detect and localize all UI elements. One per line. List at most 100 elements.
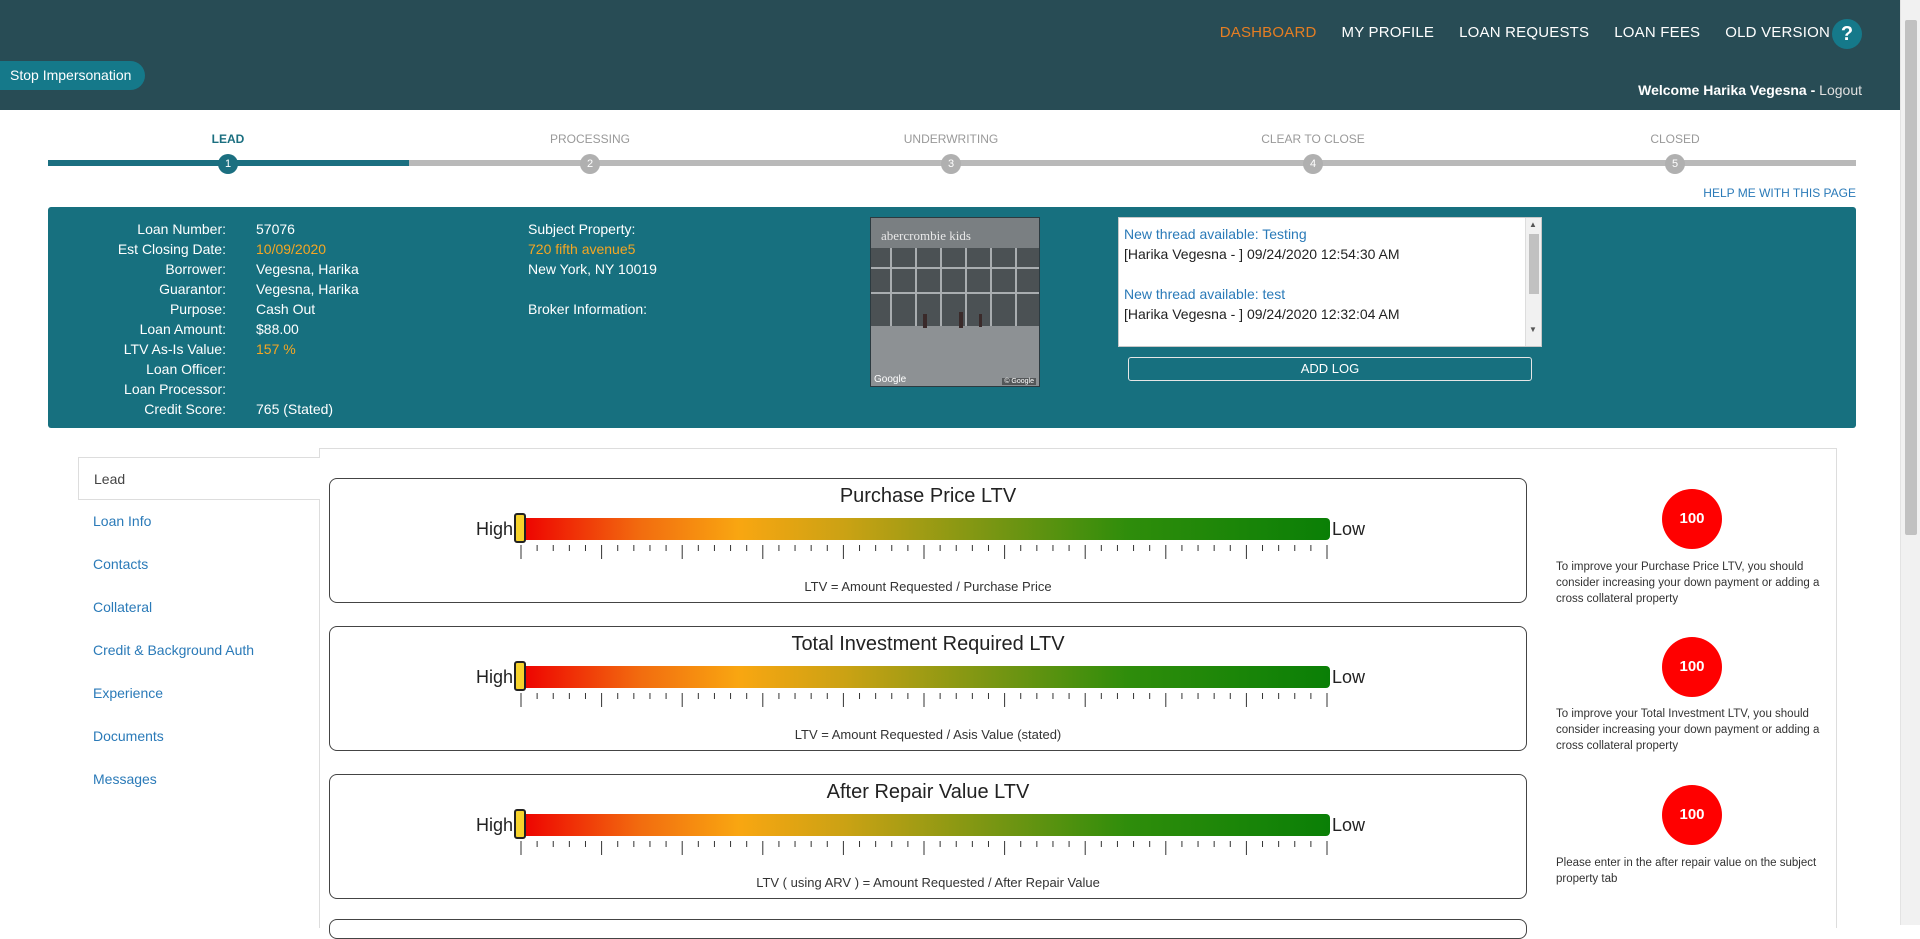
- purchase-price-ltv-card: Purchase Price LTV High Low LTV = Amount…: [329, 478, 1527, 603]
- page-scrollbar[interactable]: [1900, 0, 1920, 925]
- log-entry-title[interactable]: New thread available: Testing: [1124, 224, 1521, 244]
- logout-link[interactable]: Logout: [1819, 82, 1862, 98]
- ltv-high-label: High: [476, 815, 514, 835]
- help-me-link[interactable]: HELP ME WITH THIS PAGE: [1703, 186, 1856, 200]
- closing-date-label: Est Closing Date:: [117, 241, 226, 257]
- log-entry: New thread available: Testing [Harika Ve…: [1124, 224, 1521, 264]
- scroll-up-icon[interactable]: ▲: [1529, 220, 1537, 229]
- ltv-gauge-handle[interactable]: [514, 513, 526, 543]
- log-scrollbar-thumb[interactable]: [1529, 234, 1539, 294]
- ltv-tip: Please enter in the after repair value o…: [1556, 857, 1817, 885]
- main-nav: DASHBOARD MY PROFILE LOAN REQUESTS LOAN …: [1195, 24, 1830, 41]
- ltv-low-label: Low: [1332, 667, 1366, 687]
- loan-amount-label: Loan Amount:: [139, 321, 226, 337]
- step-number: 1: [218, 154, 238, 174]
- ltv-score-badge: 100: [1662, 637, 1722, 697]
- ltv-gauge-ticks: [520, 841, 1328, 855]
- closing-date-value: 10/09/2020: [256, 241, 327, 257]
- log-scrollbar[interactable]: ▲ ▼: [1525, 218, 1541, 346]
- scrollbar-thumb[interactable]: [1905, 20, 1917, 535]
- ltv-tip: To improve your Purchase Price LTV, you …: [1556, 561, 1820, 605]
- ltv-formula: LTV ( using ARV ) = Amount Requested / A…: [756, 875, 1100, 890]
- ltv-high-label: High: [476, 667, 514, 687]
- ltv-formula: LTV = Amount Requested / Purchase Price: [804, 579, 1052, 594]
- ltv-gauge-handle[interactable]: [514, 661, 526, 691]
- step-processing[interactable]: PROCESSING 2: [490, 130, 690, 174]
- loan-processor-value: [256, 379, 456, 399]
- step-closed[interactable]: CLOSED 5: [1575, 130, 1775, 174]
- stop-impersonation-button[interactable]: Stop Impersonation: [0, 61, 146, 90]
- ltv-gauge-handle[interactable]: [514, 809, 526, 839]
- property-address-line1[interactable]: 720 fifth avenue5: [528, 239, 657, 259]
- add-log-button[interactable]: ADD LOG: [1128, 357, 1532, 381]
- step-underwriting[interactable]: UNDERWRITING 3: [851, 130, 1051, 174]
- top-header: DASHBOARD MY PROFILE LOAN REQUESTS LOAN …: [0, 0, 1900, 110]
- nav-loan-requests[interactable]: LOAN REQUESTS: [1459, 24, 1589, 41]
- lead-side-tabs: Lead Loan Info Contacts Collateral Credi…: [78, 457, 320, 801]
- loan-progress-steps: LEAD 1 PROCESSING 2 UNDERWRITING 3 CLEAR…: [48, 130, 1856, 180]
- tab-collateral[interactable]: Collateral: [78, 586, 320, 629]
- ltv-card-title: After Repair Value LTV: [826, 781, 1030, 803]
- welcome-text: Welcome Harika Vegesna - Logout: [1638, 82, 1862, 98]
- ltv-gauge-ticks: [520, 693, 1328, 707]
- step-label: CLEAR TO CLOSE: [1261, 132, 1365, 146]
- loan-officer-label: Loan Officer:: [146, 361, 226, 377]
- welcome-separator: -: [1806, 82, 1820, 98]
- ltv-high-label: High: [476, 519, 514, 539]
- step-lead[interactable]: LEAD 1: [128, 130, 328, 174]
- step-number: 4: [1303, 154, 1323, 174]
- purpose-value: Cash Out: [256, 301, 316, 317]
- borrower-value: Vegesna, Harika: [256, 261, 359, 277]
- nav-loan-fees[interactable]: LOAN FEES: [1614, 24, 1700, 41]
- subject-property-label: Subject Property:: [528, 221, 636, 237]
- next-ltv-card-partial: [329, 919, 1527, 939]
- purpose-label: Purpose:: [169, 301, 226, 317]
- nav-dashboard[interactable]: DASHBOARD: [1220, 24, 1317, 41]
- broker-information-label: Broker Information:: [528, 301, 648, 317]
- step-clear-to-close[interactable]: CLEAR TO CLOSE 4: [1213, 130, 1413, 174]
- ltv-card-title: Purchase Price LTV: [839, 485, 1017, 507]
- ltv-score-badge: 100: [1662, 785, 1722, 845]
- step-label: LEAD: [211, 132, 245, 146]
- tab-credit-background-auth[interactable]: Credit & Background Auth: [78, 629, 320, 672]
- ltv-gauge-ticks: [520, 545, 1328, 559]
- ltv-asis-value: 157 %: [256, 341, 296, 357]
- step-number: 3: [941, 154, 961, 174]
- tab-messages[interactable]: Messages: [78, 758, 320, 801]
- loan-processor-label: Loan Processor:: [124, 381, 226, 397]
- loan-summary-panel: Loan Number: 57076 Est Closing Date: 10/09…: [48, 207, 1856, 428]
- loan-number-label: Loan Number:: [137, 221, 226, 237]
- street-view-image[interactable]: abercrombie kids Google © Google: [870, 217, 1040, 387]
- loan-amount-value: $88.00: [256, 321, 299, 337]
- google-logo: Google: [874, 374, 907, 385]
- log-entry-body: [Harika Vegesna - ] 09/24/2020 12:54:30 …: [1124, 246, 1400, 262]
- help-icon[interactable]: ?: [1832, 19, 1862, 49]
- loan-number-value: 57076: [256, 221, 295, 237]
- ltv-tip: To improve your Total Investment LTV, yo…: [1556, 708, 1820, 752]
- tab-loan-info[interactable]: Loan Info: [78, 500, 320, 543]
- ltv-formula: LTV = Amount Requested / Asis Value (sta…: [794, 727, 1062, 742]
- tab-contacts[interactable]: Contacts: [78, 543, 320, 586]
- log-entry-body: [Harika Vegesna - ] 09/24/2020 12:32:04 …: [1124, 306, 1400, 322]
- step-label: PROCESSING: [549, 132, 630, 146]
- ltv-gauge-bar: [520, 518, 1330, 540]
- log-entry-title[interactable]: New thread available: test: [1124, 284, 1521, 304]
- credit-score-label: Credit Score:: [144, 401, 226, 417]
- google-copyright: © Google: [1002, 378, 1036, 385]
- property-address-line2: New York, NY 10019: [528, 261, 657, 277]
- scroll-down-icon[interactable]: ▼: [1529, 325, 1537, 334]
- after-repair-value-ltv-card: After Repair Value LTV High Low LTV ( us…: [329, 774, 1527, 899]
- ltv-gauge-bar: [520, 666, 1330, 688]
- loan-officer-value: [256, 359, 456, 379]
- loan-details: Loan Number: 57076 Est Closing Date: 10/09…: [48, 219, 456, 419]
- ltv-card-title: Total Investment Required LTV: [791, 633, 1065, 655]
- nav-my-profile[interactable]: MY PROFILE: [1342, 24, 1435, 41]
- guarantor-label: Guarantor:: [159, 281, 226, 297]
- tab-documents[interactable]: Documents: [78, 715, 320, 758]
- nav-old-version[interactable]: OLD VERSION: [1725, 24, 1830, 41]
- borrower-label: Borrower:: [165, 261, 226, 277]
- tab-lead[interactable]: Lead: [78, 457, 320, 500]
- tab-experience[interactable]: Experience: [78, 672, 320, 715]
- activity-log[interactable]: New thread available: Testing [Harika Ve…: [1118, 217, 1542, 347]
- step-label: CLOSED: [1650, 132, 1700, 146]
